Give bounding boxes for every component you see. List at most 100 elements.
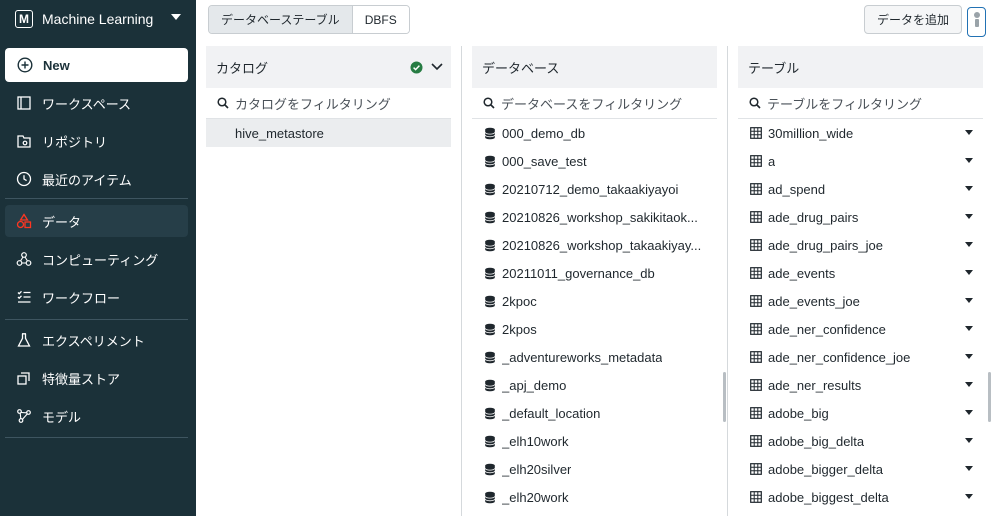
database-item[interactable]: 000_save_test	[472, 147, 717, 175]
database-icon	[484, 239, 496, 251]
column-divider[interactable]	[727, 46, 728, 516]
sidebar-item-workflows[interactable]: ワークフロー	[5, 281, 188, 313]
database-icon	[484, 323, 496, 335]
user-icon	[973, 12, 980, 27]
feature-store-icon	[17, 372, 30, 385]
catalog-column: カタログ カタログをフィルタリング hive_metastore	[206, 46, 451, 516]
sidebar-item-label: データ	[42, 214, 82, 230]
table-item[interactable]: adobe_big_delta	[738, 427, 983, 455]
database-item[interactable]: 2kpos	[472, 315, 717, 343]
table-item[interactable]: ade_events_joe	[738, 287, 983, 315]
catalog-header[interactable]: カタログ	[206, 46, 451, 88]
sidebar-item-label: コンピューティング	[42, 252, 159, 268]
database-item[interactable]: 000_demo_db	[472, 119, 717, 147]
database-item[interactable]: _apj_demo	[472, 371, 717, 399]
table-item-label: ad_spend	[768, 181, 826, 197]
new-button[interactable]: New	[5, 48, 188, 82]
sidebar-item-recents[interactable]: 最近のアイテム	[5, 163, 188, 195]
table-item[interactable]: ade_ner_confidence_joe	[738, 343, 983, 371]
database-header: データベース	[472, 46, 717, 88]
table-item[interactable]: ade_drug_pairs_joe	[738, 231, 983, 259]
database-list-scrollbar[interactable]	[723, 372, 726, 422]
database-item[interactable]: _elh20work	[472, 483, 717, 511]
caret-down-icon[interactable]	[965, 298, 973, 303]
sidebar-item-repos[interactable]: リポジトリ	[5, 125, 188, 157]
database-item-label: 20211011_governance_db	[502, 265, 655, 281]
caret-down-icon[interactable]	[965, 270, 973, 275]
sidebar-item-models[interactable]: モデル	[5, 400, 188, 432]
database-item[interactable]: _adventureworks_metadata	[472, 343, 717, 371]
caret-down-icon[interactable]	[965, 438, 973, 443]
caret-down-icon[interactable]	[965, 466, 973, 471]
database-item[interactable]: _default_location	[472, 399, 717, 427]
chevron-down-icon	[431, 63, 443, 71]
compute-icon	[16, 252, 32, 266]
database-filter-placeholder: データベースをフィルタリング	[501, 96, 683, 112]
database-item[interactable]: 20211011_governance_db	[472, 259, 717, 287]
database-filter-input[interactable]: データベースをフィルタリング	[472, 88, 717, 119]
repos-icon	[17, 135, 31, 148]
add-data-button[interactable]: データを追加	[864, 5, 962, 34]
caret-down-icon[interactable]	[965, 410, 973, 415]
caret-down-icon[interactable]	[965, 242, 973, 247]
database-item-label: _default_location	[502, 405, 601, 421]
catalog-item-hive-metastore[interactable]: hive_metastore	[206, 119, 451, 147]
table-item[interactable]: a	[738, 147, 983, 175]
table-item[interactable]: adobe_bigger_delta	[738, 455, 983, 483]
caret-down-icon[interactable]	[965, 186, 973, 191]
new-button-label: New	[43, 57, 70, 73]
sidebar-item-label: モデル	[42, 409, 82, 425]
table-item[interactable]: adobe_biggest_delta	[738, 483, 983, 511]
sidebar-item-data[interactable]: データ	[5, 205, 188, 237]
table-item[interactable]: ade_events	[738, 259, 983, 287]
caret-down-icon[interactable]	[965, 158, 973, 163]
table-icon	[750, 295, 762, 307]
table-item[interactable]: adobe_big	[738, 399, 983, 427]
catalog-filter-input[interactable]: カタログをフィルタリング	[206, 88, 451, 119]
table-filter-input[interactable]: テーブルをフィルタリング	[738, 88, 983, 119]
caret-down-icon	[171, 14, 181, 20]
sidebar-item-experiments[interactable]: エクスペリメント	[5, 324, 188, 356]
sidebar-item-compute[interactable]: コンピューティング	[5, 243, 188, 275]
table-icon	[750, 407, 762, 419]
column-divider[interactable]	[461, 46, 462, 516]
table-list-scrollbar[interactable]	[988, 372, 991, 422]
table-icon	[750, 127, 762, 139]
table-item-label: ade_drug_pairs_joe	[768, 237, 883, 253]
table-item[interactable]: ade_ner_confidence	[738, 315, 983, 343]
caret-down-icon[interactable]	[965, 214, 973, 219]
database-item-label: _elh20work	[502, 489, 569, 505]
database-icon	[484, 295, 496, 307]
database-item[interactable]: _elh10work	[472, 427, 717, 455]
database-item[interactable]: _elh20silver	[472, 455, 717, 483]
database-item[interactable]: 20210826_workshop_sakikitaok...	[472, 203, 717, 231]
tab-database-tables[interactable]: データベーステーブル	[209, 6, 353, 33]
caret-down-icon[interactable]	[965, 326, 973, 331]
workspace-switcher[interactable]: M Machine Learning	[0, 0, 196, 38]
table-item[interactable]: ade_ner_results	[738, 371, 983, 399]
database-item-label: 2kpoc	[502, 293, 537, 309]
table-icon	[750, 155, 762, 167]
caret-down-icon[interactable]	[965, 382, 973, 387]
table-item-label: ade_ner_confidence_joe	[768, 349, 911, 365]
caret-down-icon[interactable]	[965, 494, 973, 499]
table-item[interactable]: ade_drug_pairs	[738, 203, 983, 231]
database-item-label: 20210712_demo_takaakiyayoi	[502, 181, 679, 197]
database-item[interactable]: 2kpoc	[472, 287, 717, 315]
tab-dbfs[interactable]: DBFS	[352, 6, 409, 33]
sidebar-item-label: リポジトリ	[42, 134, 108, 150]
sidebar-item-workspace[interactable]: ワークスペース	[5, 87, 188, 119]
database-item[interactable]: 20210712_demo_takaakiyayoi	[472, 175, 717, 203]
caret-down-icon[interactable]	[965, 354, 973, 359]
sidebar-item-feature-store[interactable]: 特徴量ストア	[5, 362, 188, 394]
caret-down-icon[interactable]	[965, 130, 973, 135]
table-item[interactable]: ad_spend	[738, 175, 983, 203]
check-circle-icon	[410, 61, 423, 74]
flask-icon	[17, 333, 31, 347]
database-item[interactable]: 20210826_workshop_takaakiyay...	[472, 231, 717, 259]
table-item[interactable]: 30million_wide	[738, 119, 983, 147]
sidebar-divider	[5, 198, 188, 199]
table-item-label: ade_events	[768, 265, 836, 281]
user-menu-button[interactable]	[967, 7, 986, 37]
table-icon	[750, 183, 762, 195]
